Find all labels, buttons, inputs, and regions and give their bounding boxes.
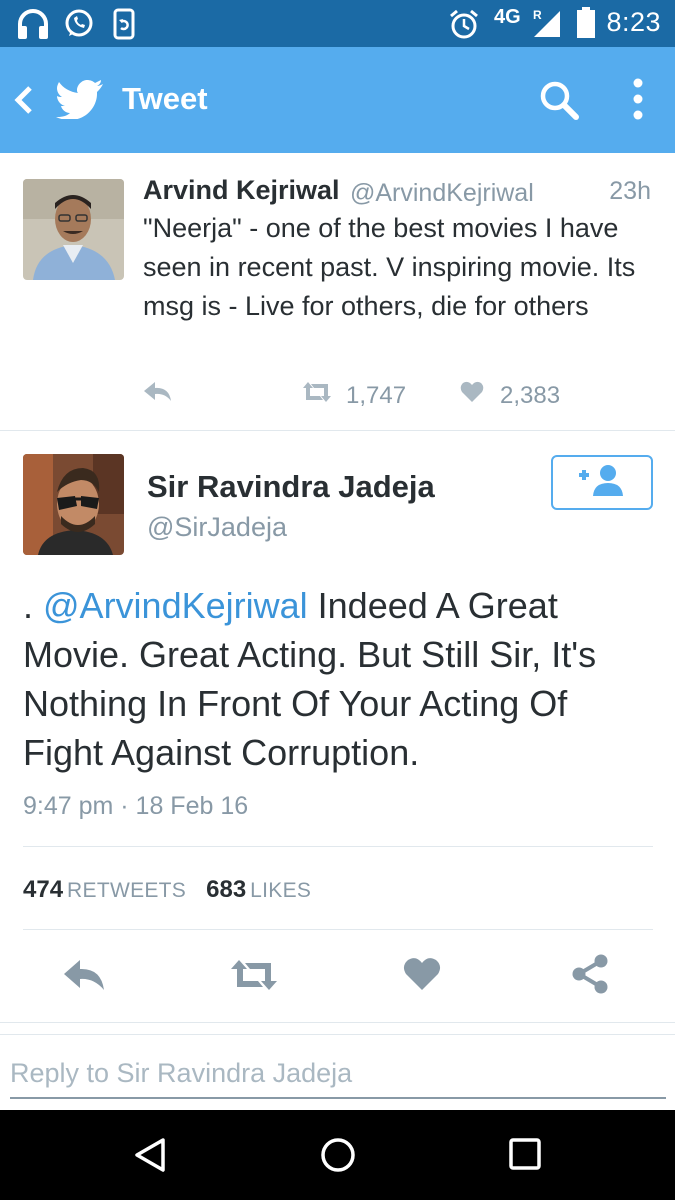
nav-home-icon[interactable]	[320, 1137, 356, 1178]
retweet-count: 474	[23, 876, 64, 903]
tweet-time: 23h	[609, 177, 651, 205]
nav-recents-icon[interactable]	[508, 1137, 542, 1176]
retweets-label: RETWEETS	[67, 879, 187, 902]
back-icon[interactable]	[12, 85, 34, 120]
tweet-action-bar	[0, 950, 675, 1020]
status-bar: 4G R 8:23	[0, 0, 675, 47]
nav-back-icon[interactable]	[133, 1137, 167, 1178]
share-icon[interactable]	[571, 954, 609, 999]
divider	[23, 929, 653, 930]
alarm-icon	[448, 8, 480, 45]
heart-icon[interactable]	[403, 957, 441, 996]
add-user-icon	[576, 463, 628, 502]
retweet-button[interactable]: 1,747	[300, 381, 406, 410]
clock: 8:23	[606, 7, 661, 37]
divider	[23, 846, 653, 847]
reply-icon[interactable]	[62, 958, 106, 997]
retweets-stat[interactable]: 474 RETWEETS	[23, 876, 186, 903]
network-type: 4G	[494, 6, 521, 28]
mention-link[interactable]: @ArvindKejriwal	[43, 585, 308, 626]
tweet-text: . @ArvindKejriwal Indeed A Great Movie. …	[23, 581, 653, 777]
signal-icon	[532, 9, 562, 44]
heart-icon	[460, 381, 484, 410]
parent-tweet[interactable]: Arvind Kejriwal @ArvindKejriwal 23h "Nee…	[0, 153, 675, 431]
like-button[interactable]: 2,383	[460, 381, 560, 410]
author-name[interactable]: Sir Ravindra Jadeja	[147, 469, 435, 505]
twitter-bird-icon	[56, 79, 104, 124]
reply-bar	[0, 1034, 675, 1108]
tweet-actions: 1,747 2,383	[143, 381, 643, 411]
reply-icon[interactable]	[143, 381, 173, 403]
page-title: Tweet	[122, 81, 208, 116]
tweet-datetime: 9:47 pm · 18 Feb 16	[23, 792, 249, 820]
avatar[interactable]	[23, 179, 124, 280]
avatar[interactable]	[23, 454, 124, 555]
tweet-text: "Neerja" - one of the best movies I have…	[143, 213, 636, 321]
like-count: 683	[206, 876, 247, 903]
tweet-text-prefix: .	[23, 585, 44, 626]
author-handle[interactable]: @ArvindKejriwal	[350, 179, 534, 208]
retweet-icon	[300, 381, 334, 410]
tweet-stats: 474 RETWEETS 683 LIKES	[23, 876, 311, 904]
divider	[0, 1022, 675, 1023]
author-name[interactable]: Arvind Kejriwal	[143, 175, 340, 206]
follow-button[interactable]	[551, 455, 653, 510]
app-bar: Tweet	[0, 47, 675, 153]
likes-stat[interactable]: 683 LIKES	[206, 876, 311, 903]
like-count: 2,383	[500, 381, 561, 409]
more-icon[interactable]	[632, 77, 644, 126]
search-icon[interactable]	[538, 79, 580, 126]
retweet-count: 1,747	[346, 381, 407, 409]
retweet-icon[interactable]	[228, 958, 280, 997]
reply-input[interactable]	[10, 1049, 666, 1099]
navigation-bar	[0, 1110, 675, 1200]
phone-sync-icon	[110, 8, 140, 45]
battery-icon	[576, 7, 596, 44]
author-handle[interactable]: @SirJadeja	[147, 512, 287, 543]
whatsapp-icon	[63, 8, 95, 45]
headset-icon	[16, 8, 50, 45]
likes-label: LIKES	[250, 879, 312, 902]
